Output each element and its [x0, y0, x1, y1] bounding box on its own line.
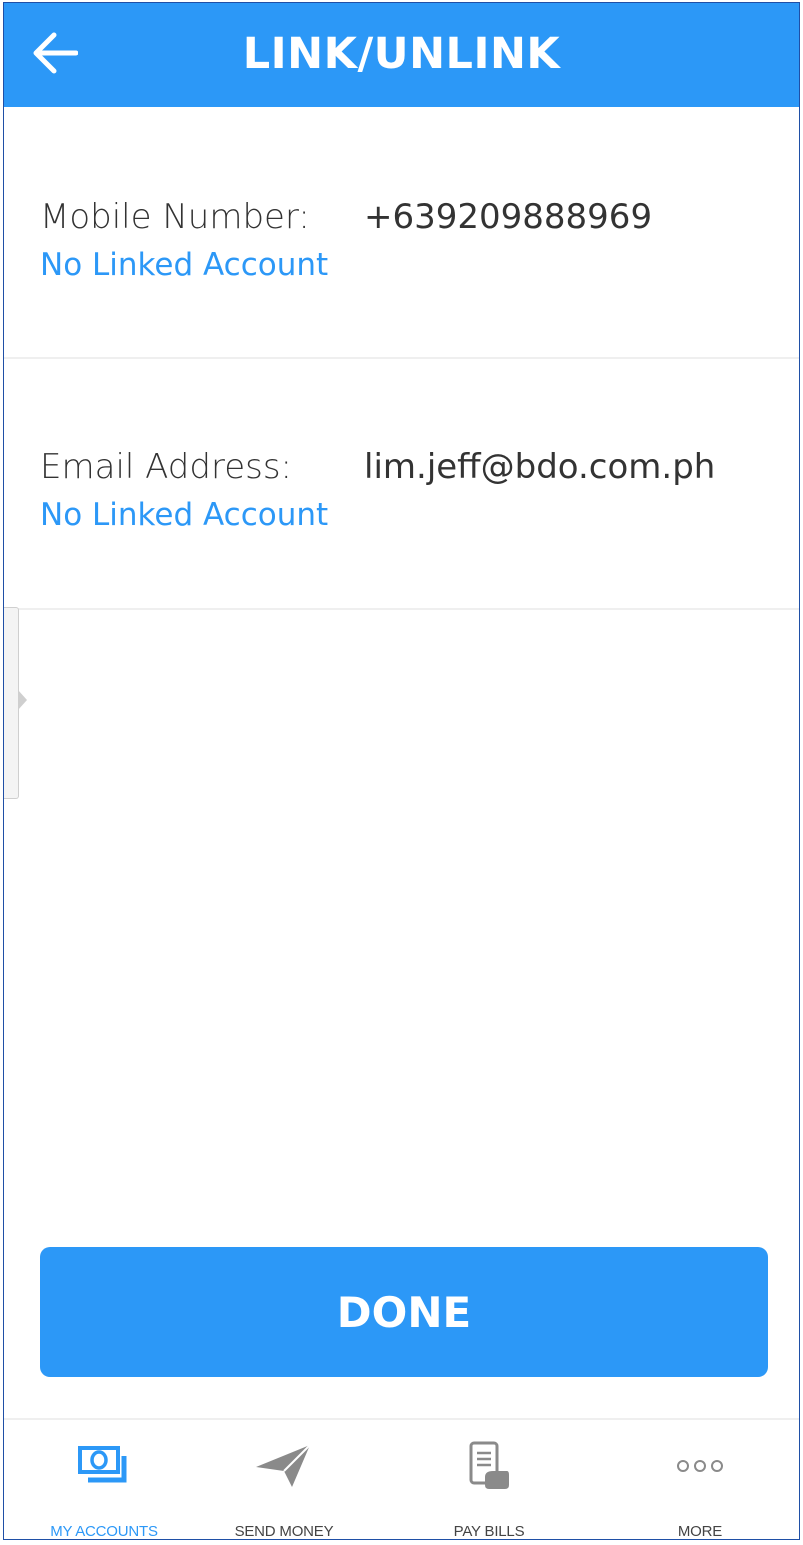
tab-send-money[interactable]: SEND MONEY — [184, 1420, 384, 1540]
side-drawer-handle[interactable] — [4, 607, 27, 799]
tab-label-more: MORE — [677, 1523, 723, 1540]
money-icon — [4, 1442, 204, 1490]
bottom-tab-bar: MY ACCOUNTS SEND MONEY PAY BILLS MORE — [4, 1418, 799, 1540]
tab-my-accounts[interactable]: MY ACCOUNTS — [4, 1420, 204, 1540]
app-header: LINK/UNLINK — [4, 3, 799, 107]
mobile-number-section: Mobile Number: +639209888969 No Linked A… — [4, 107, 799, 359]
tab-label-pay-bills: PAY BILLS — [453, 1523, 525, 1540]
paper-plane-icon — [184, 1442, 384, 1490]
done-button[interactable]: DONE — [40, 1247, 768, 1377]
tab-label-my-accounts: MY ACCOUNTS — [50, 1523, 158, 1540]
receipt-icon — [389, 1441, 589, 1490]
tab-label-send-money: SEND MONEY — [234, 1523, 334, 1540]
page-title: LINK/UNLINK — [242, 29, 561, 79]
mobile-link-status-link[interactable]: No Linked Account — [40, 247, 328, 283]
email-address-label: Email Address: — [40, 447, 292, 487]
screen: LINK/UNLINK Mobile Number: +639209888969… — [3, 2, 800, 1540]
tab-pay-bills[interactable]: PAY BILLS — [389, 1420, 589, 1540]
email-address-value: lim.jeff@bdo.com.ph — [364, 447, 716, 487]
mobile-number-value: +639209888969 — [364, 197, 653, 237]
tab-more[interactable]: MORE — [600, 1420, 799, 1540]
mobile-number-label: Mobile Number: — [40, 197, 310, 237]
email-address-section: Email Address: lim.jeff@bdo.com.ph No Li… — [4, 357, 799, 610]
email-link-status-link[interactable]: No Linked Account — [40, 497, 328, 533]
more-dots-icon — [600, 1442, 799, 1490]
